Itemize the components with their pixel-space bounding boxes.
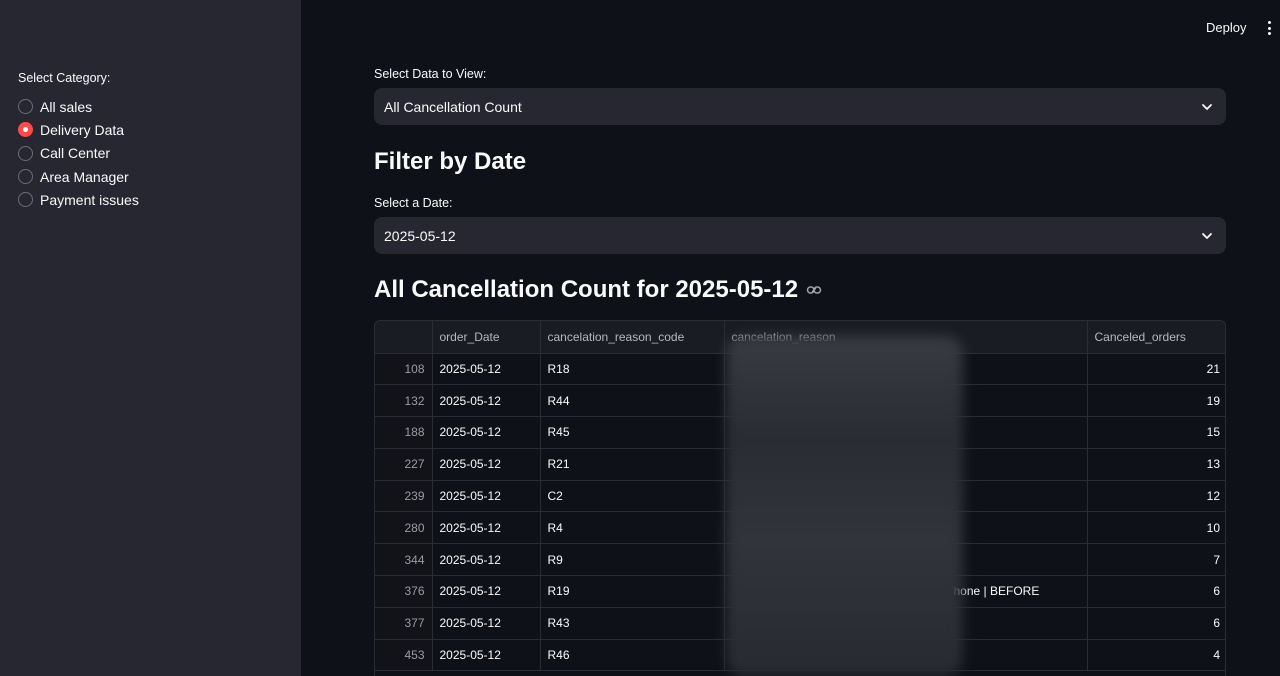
link-icon[interactable]	[806, 282, 822, 298]
reason-cell[interactable]	[724, 607, 1088, 640]
reason-cell[interactable]	[724, 384, 1088, 418]
row-index-cell[interactable]: 453	[375, 639, 433, 672]
date-select-value: 2025-05-12	[384, 227, 456, 244]
order-date-cell[interactable]: 2025-05-12	[432, 543, 541, 577]
table-heading: All Cancellation Count for 2025-05-12	[374, 276, 822, 304]
order-date-cell[interactable]: 2025-05-12	[432, 639, 541, 672]
category-label: Select Category:	[18, 71, 111, 85]
table-row[interactable]: 376 2025-05-12 R19 hone | BEFORE 6	[375, 575, 1225, 608]
reason-cell[interactable]	[724, 511, 1088, 545]
row-index-cell[interactable]: 344	[375, 543, 433, 577]
order-date-cell[interactable]: 2025-05-12	[432, 480, 541, 513]
radio-label: Payment issues	[40, 191, 139, 208]
canceled-orders-cell[interactable]: 13	[1087, 448, 1225, 481]
order-date-cell[interactable]: 2025-05-12	[432, 575, 541, 608]
radio-selected-icon	[18, 122, 33, 138]
table-row[interactable]: 239 2025-05-12 C2 12	[375, 480, 1225, 513]
radio-payment-issues[interactable]: Payment issues	[18, 188, 139, 211]
radio-all-sales[interactable]: All sales	[18, 95, 139, 118]
canceled-orders-cell[interactable]: 19	[1087, 384, 1225, 418]
canceled-orders-cell[interactable]: 4	[1087, 639, 1225, 672]
radio-label: All sales	[40, 98, 93, 115]
table-row[interactable]: 344 2025-05-12 R9 7	[375, 543, 1225, 577]
date-select-label: Select a Date:	[374, 196, 453, 210]
deploy-button[interactable]: Deploy	[1206, 20, 1246, 35]
radio-circle-icon	[18, 145, 33, 161]
row-index-cell[interactable]: 188	[375, 416, 433, 449]
date-select[interactable]: 2025-05-12	[374, 217, 1226, 254]
reason-code-cell[interactable]: R44	[540, 384, 725, 418]
data-select-value: All Cancellation Count	[384, 98, 522, 115]
row-index-cell[interactable]: 376	[375, 575, 433, 608]
reason-cell[interactable]	[724, 639, 1088, 672]
table-row[interactable]: 108 2025-05-12 R18 21	[375, 353, 1225, 386]
reason-cell[interactable]	[724, 353, 1088, 386]
column-header-index[interactable]	[375, 321, 433, 354]
radio-label: Area Manager	[40, 168, 129, 185]
column-header-reason[interactable]: cancelation_reason	[724, 321, 1088, 354]
kebab-menu-icon[interactable]	[1262, 19, 1276, 37]
chevron-down-icon	[1202, 103, 1212, 110]
row-index-cell[interactable]: 377	[375, 607, 433, 640]
reason-code-cell[interactable]: R45	[540, 416, 725, 449]
table-row[interactable]: 188 2025-05-12 R45 15	[375, 416, 1225, 449]
table-header-row: order_Date cancelation_reason_code cance…	[375, 321, 1225, 354]
table-row[interactable]: 280 2025-05-12 R4 10	[375, 511, 1225, 545]
table-title: All Cancellation Count for 2025-05-12	[374, 276, 799, 303]
canceled-orders-cell[interactable]: 6	[1087, 607, 1225, 640]
reason-cell[interactable]	[724, 416, 1088, 449]
radio-area-manager[interactable]: Area Manager	[18, 165, 139, 188]
table-row[interactable]: 377 2025-05-12 R43 6	[375, 607, 1225, 640]
radio-circle-icon	[18, 169, 33, 185]
reason-code-cell[interactable]: R46	[540, 639, 725, 672]
reason-code-cell[interactable]: R18	[540, 353, 725, 386]
row-index-cell[interactable]: 239	[375, 480, 433, 513]
radio-delivery-data[interactable]: Delivery Data	[18, 118, 139, 141]
radio-label: Delivery Data	[40, 121, 125, 138]
data-select-label: Select Data to View:	[374, 67, 487, 81]
order-date-cell[interactable]: 2025-05-12	[432, 353, 541, 386]
reason-cell[interactable]: hone | BEFORE	[724, 575, 1088, 608]
order-date-cell[interactable]: 2025-05-12	[432, 607, 541, 640]
column-header-canceled-orders[interactable]: Canceled_orders	[1087, 321, 1225, 354]
reason-code-cell[interactable]: R19	[540, 575, 725, 608]
data-select[interactable]: All Cancellation Count	[374, 88, 1226, 125]
row-index-cell[interactable]: 132	[375, 384, 433, 418]
order-date-cell[interactable]: 2025-05-12	[432, 384, 541, 418]
chevron-down-icon	[1202, 232, 1212, 239]
row-index-cell[interactable]: 280	[375, 511, 433, 545]
reason-cell[interactable]	[724, 448, 1088, 481]
canceled-orders-cell[interactable]: 12	[1087, 480, 1225, 513]
canceled-orders-cell[interactable]: 6	[1087, 575, 1225, 608]
data-table[interactable]: order_Date cancelation_reason_code cance…	[374, 320, 1226, 676]
reason-code-cell[interactable]: R43	[540, 607, 725, 640]
table-row[interactable]: 132 2025-05-12 R44 19	[375, 384, 1225, 418]
table-row[interactable]: 227 2025-05-12 R21 13	[375, 448, 1225, 481]
radio-circle-icon	[18, 192, 33, 208]
reason-code-cell[interactable]: C2	[540, 480, 725, 513]
reason-code-cell[interactable]: R9	[540, 543, 725, 577]
sidebar: Select Category: All sales Delivery Data…	[0, 0, 301, 676]
canceled-orders-cell[interactable]: 7	[1087, 543, 1225, 577]
row-index-cell[interactable]: 108	[375, 353, 433, 386]
radio-label: Call Center	[40, 145, 111, 162]
canceled-orders-cell[interactable]: 21	[1087, 353, 1225, 386]
order-date-cell[interactable]: 2025-05-12	[432, 448, 541, 481]
reason-code-cell[interactable]: R21	[540, 448, 725, 481]
canceled-orders-cell[interactable]: 10	[1087, 511, 1225, 545]
table-row[interactable]: 453 2025-05-12 R46 4	[375, 639, 1225, 672]
filter-title: Filter by Date	[374, 148, 527, 175]
canceled-orders-cell[interactable]: 15	[1087, 416, 1225, 449]
radio-circle-icon	[18, 99, 33, 115]
order-date-cell[interactable]: 2025-05-12	[432, 416, 541, 449]
column-header-order-date[interactable]: order_Date	[432, 321, 541, 354]
column-header-reason-code[interactable]: cancelation_reason_code	[540, 321, 725, 354]
row-index-cell[interactable]: 227	[375, 448, 433, 481]
radio-call-center[interactable]: Call Center	[18, 142, 139, 165]
order-date-cell[interactable]: 2025-05-12	[432, 511, 541, 545]
reason-code-cell[interactable]: R4	[540, 511, 725, 545]
reason-cell[interactable]	[724, 543, 1088, 577]
category-radio-group: All sales Delivery Data Call Center Area…	[18, 95, 139, 211]
reason-cell[interactable]	[724, 480, 1088, 513]
